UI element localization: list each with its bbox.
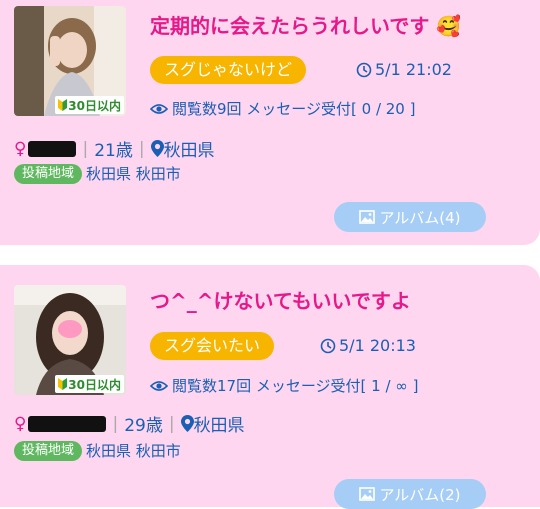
album-button[interactable]: アルバム(2) (334, 479, 486, 509)
beginner-leaf-icon (58, 99, 68, 111)
image-icon (359, 487, 376, 501)
separator: | (168, 413, 175, 434)
badge-label: 30日以内 (68, 377, 121, 392)
post-title[interactable]: つ^_^けないてもいいですよ (150, 285, 411, 314)
region-text: 秋田県 秋田市 (86, 442, 181, 460)
gender-icon: ♀ (14, 413, 27, 434)
post-stats: 閲覧数17回 メッセージ受付[ 1 / ∞ ] (150, 375, 418, 396)
post-region: 投稿地域 秋田県 秋田市 (14, 440, 181, 461)
post-card[interactable]: 30日以内 定期的に会えたらうれしいです 🥰 スグじゃないけど 5/1 21:0… (0, 0, 540, 245)
user-location: 秋田県 (163, 141, 215, 161)
separator: | (112, 413, 119, 434)
user-info: ♀ | 21歳 | 秋田県 (14, 136, 215, 162)
location-pin-icon (180, 415, 194, 432)
stats-text: 閲覧数17回 メッセージ受付[ 1 / ∞ ] (172, 377, 419, 395)
gender-icon: ♀ (14, 138, 27, 159)
album-label: アルバム(2) (379, 485, 461, 504)
post-time: 5/1 20:13 (320, 336, 416, 355)
user-photo[interactable]: 30日以内 (14, 6, 126, 116)
post-title-text: 定期的に会えたらうれしいです (150, 14, 430, 38)
region-label: 投稿地域 (14, 440, 83, 461)
post-time: 5/1 21:02 (356, 60, 452, 79)
region-text: 秋田県 秋田市 (86, 165, 181, 183)
new-member-badge: 30日以内 (55, 96, 124, 114)
post-title-text: つ^_^けないてもいいですよ (150, 289, 411, 313)
clock-icon (356, 62, 372, 77)
image-icon (359, 210, 376, 224)
user-photo[interactable]: 30日以内 (14, 285, 126, 395)
user-location: 秋田県 (193, 416, 245, 436)
user-age: 21歳 (94, 141, 133, 161)
eye-icon (150, 103, 168, 114)
album-button[interactable]: アルバム(4) (334, 202, 486, 232)
tag-pill: スグじゃないけど (150, 56, 307, 84)
post-title[interactable]: 定期的に会えたらうれしいです 🥰 (150, 10, 461, 39)
location-pin-icon (150, 140, 164, 157)
separator: | (82, 138, 89, 159)
post-time-text: 5/1 21:02 (375, 60, 452, 79)
region-label: 投稿地域 (14, 163, 83, 184)
user-info: ♀ | 29歳 | 秋田県 (14, 411, 245, 437)
album-label: アルバム(4) (379, 208, 461, 227)
clock-icon (320, 338, 336, 353)
title-emoji: 🥰 (436, 14, 462, 38)
badge-label: 30日以内 (68, 98, 121, 113)
redacted-username (28, 415, 107, 432)
redacted-username (28, 140, 77, 157)
beginner-leaf-icon (58, 378, 68, 390)
post-card[interactable]: 30日以内 つ^_^けないてもいいですよ スグ会いたい 5/1 20:13 閲覧… (0, 265, 540, 509)
new-member-badge: 30日以内 (55, 375, 124, 393)
user-age: 29歳 (124, 416, 163, 436)
post-region: 投稿地域 秋田県 秋田市 (14, 163, 181, 184)
tag-pill: スグ会いたい (150, 332, 275, 360)
post-stats: 閲覧数9回 メッセージ受付[ 0 / 20 ] (150, 98, 415, 119)
eye-icon (150, 380, 168, 391)
separator: | (138, 138, 145, 159)
post-time-text: 5/1 20:13 (339, 336, 416, 355)
stats-text: 閲覧数9回 メッセージ受付[ 0 / 20 ] (172, 100, 416, 118)
